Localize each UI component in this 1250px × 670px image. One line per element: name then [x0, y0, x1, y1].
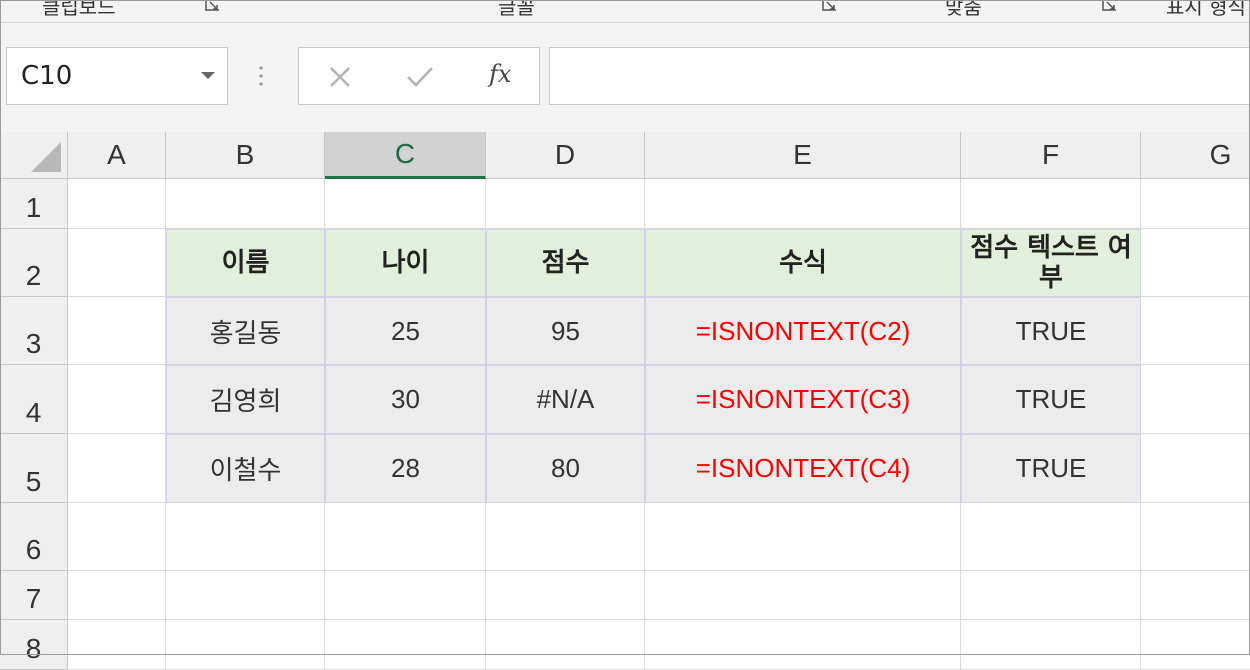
select-all-button[interactable]: [0, 132, 68, 179]
worksheet-cell[interactable]: [325, 620, 486, 670]
worksheet-cell[interactable]: [68, 434, 166, 503]
worksheet-cell[interactable]: [486, 620, 645, 670]
worksheet-cell[interactable]: [68, 297, 166, 365]
worksheet-cell[interactable]: [325, 503, 486, 571]
table-cell[interactable]: 이철수: [166, 434, 325, 503]
dialog-launcher-icon[interactable]: [205, 0, 221, 12]
table-header-formula[interactable]: 수식: [645, 229, 961, 297]
table-cell-formula[interactable]: =ISNONTEXT(C4): [645, 434, 961, 503]
column-header-e[interactable]: E: [645, 132, 961, 179]
worksheet-cell[interactable]: [166, 620, 325, 670]
formula-buttons: fx: [298, 47, 540, 105]
row-header-6[interactable]: 6: [0, 503, 68, 571]
ribbon-group-clipboard[interactable]: 클립보드: [42, 0, 116, 20]
worksheet-cell[interactable]: [961, 571, 1141, 620]
worksheet-cell[interactable]: [325, 571, 486, 620]
table-cell-result[interactable]: TRUE: [961, 434, 1141, 503]
column-header-d[interactable]: D: [486, 132, 645, 179]
worksheet-cell[interactable]: [1141, 503, 1250, 571]
worksheet-cell[interactable]: [486, 571, 645, 620]
worksheet-cell[interactable]: [68, 571, 166, 620]
table-cell[interactable]: 95: [486, 297, 645, 365]
table-cell[interactable]: #N/A: [486, 365, 645, 434]
select-all-triangle-icon: [31, 142, 61, 172]
table-cell[interactable]: 김영희: [166, 365, 325, 434]
worksheet-cell[interactable]: [166, 179, 325, 229]
worksheet-cell[interactable]: [645, 179, 961, 229]
row-header-2[interactable]: 2: [0, 229, 68, 297]
row-header-4[interactable]: 4: [0, 365, 68, 434]
worksheet-cell[interactable]: [1141, 179, 1250, 229]
worksheet-cell[interactable]: [645, 620, 961, 670]
column-header-a[interactable]: A: [68, 132, 166, 179]
table-header-score[interactable]: 점수: [486, 229, 645, 297]
formula-input[interactable]: [549, 47, 1250, 105]
table-header-age[interactable]: 나이: [325, 229, 486, 297]
worksheet-cell[interactable]: [1141, 365, 1250, 434]
close-icon[interactable]: [327, 64, 353, 90]
resize-handle-icon[interactable]: [258, 65, 264, 87]
name-box-value: C10: [21, 61, 73, 91]
worksheet-cell[interactable]: [1141, 229, 1250, 297]
dialog-launcher-icon[interactable]: [822, 0, 838, 12]
table-cell[interactable]: 30: [325, 365, 486, 434]
worksheet-cell[interactable]: [166, 503, 325, 571]
worksheet-cell[interactable]: [1141, 297, 1250, 365]
worksheet-cell[interactable]: [1141, 434, 1250, 503]
column-header-g[interactable]: G: [1141, 132, 1250, 179]
table-cell[interactable]: 80: [486, 434, 645, 503]
table-cell[interactable]: 25: [325, 297, 486, 365]
insert-function-icon[interactable]: fx: [489, 60, 511, 88]
table-cell-formula[interactable]: =ISNONTEXT(C2): [645, 297, 961, 365]
worksheet-cell[interactable]: [486, 503, 645, 571]
ribbon-group-font[interactable]: 글꼴: [498, 0, 535, 20]
worksheet-cell[interactable]: [961, 503, 1141, 571]
dialog-launcher-icon[interactable]: [1102, 0, 1118, 12]
row-header-3[interactable]: 3: [0, 297, 68, 365]
worksheet-cell[interactable]: [166, 571, 325, 620]
worksheet-grid: A B C D E F G 1 2 3 4 5 6 7 8 이름 나이 점수 수…: [0, 132, 1250, 670]
chevron-down-icon[interactable]: [201, 72, 215, 80]
worksheet-cell[interactable]: [68, 229, 166, 297]
row-header-8[interactable]: 8: [0, 620, 68, 670]
worksheet-cell[interactable]: [68, 503, 166, 571]
worksheet-cell[interactable]: [961, 620, 1141, 670]
ribbon-group-alignment[interactable]: 맞춤: [945, 0, 982, 20]
check-icon[interactable]: [405, 64, 435, 90]
table-cell-formula[interactable]: =ISNONTEXT(C3): [645, 365, 961, 434]
column-header-c[interactable]: C: [325, 132, 486, 179]
name-box[interactable]: C10: [6, 47, 228, 105]
table-cell[interactable]: 홍길동: [166, 297, 325, 365]
column-header-f[interactable]: F: [961, 132, 1141, 179]
table-header-is-text[interactable]: 점수 텍스트 여부: [961, 229, 1141, 297]
worksheet-cell[interactable]: [1141, 571, 1250, 620]
worksheet-cell[interactable]: [645, 571, 961, 620]
table-header-name[interactable]: 이름: [166, 229, 325, 297]
row-header-5[interactable]: 5: [0, 434, 68, 503]
worksheet-cell[interactable]: [325, 179, 486, 229]
formula-bar-area: C10 fx: [0, 23, 1250, 132]
ribbon: 클립보드 글꼴 맞춤 표시 형식: [0, 0, 1250, 23]
worksheet-cell[interactable]: [68, 620, 166, 670]
worksheet-cell[interactable]: [1141, 620, 1250, 670]
row-header-7[interactable]: 7: [0, 571, 68, 620]
worksheet-cell[interactable]: [68, 365, 166, 434]
column-header-b[interactable]: B: [166, 132, 325, 179]
worksheet-cell[interactable]: [486, 179, 645, 229]
table-cell-result[interactable]: TRUE: [961, 365, 1141, 434]
table-cell[interactable]: 28: [325, 434, 486, 503]
ribbon-group-number[interactable]: 표시 형식: [1166, 0, 1246, 20]
row-header-1[interactable]: 1: [0, 179, 68, 229]
worksheet-cell[interactable]: [961, 179, 1141, 229]
worksheet-cell[interactable]: [68, 179, 166, 229]
worksheet-cell[interactable]: [645, 503, 961, 571]
table-cell-result[interactable]: TRUE: [961, 297, 1141, 365]
